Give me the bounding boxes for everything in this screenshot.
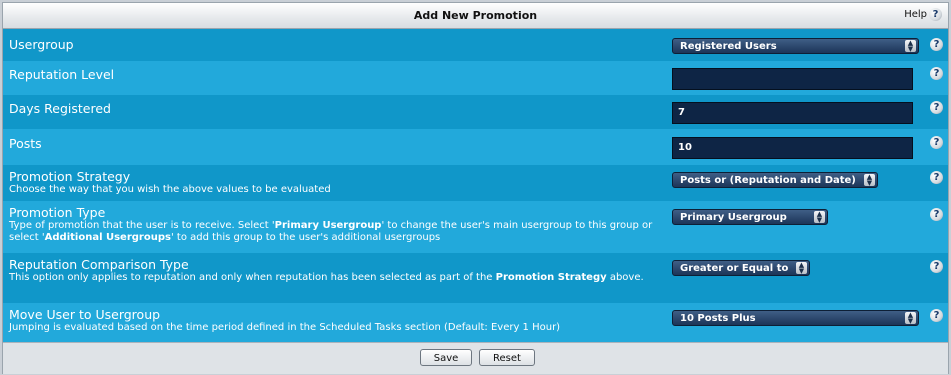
question-icon[interactable]: ?: [930, 171, 943, 184]
question-icon[interactable]: ?: [930, 260, 943, 273]
days-registered-input[interactable]: 7: [672, 102, 913, 124]
row-days-registered: Days Registered 7 ?: [3, 95, 948, 129]
select-value: Registered Users: [680, 41, 777, 52]
save-button[interactable]: Save: [420, 349, 472, 366]
row-description: Jumping is evaluated based on the time p…: [9, 322, 561, 333]
help-link[interactable]: Help?: [904, 6, 942, 24]
reputation-comparison-select[interactable]: Greater or Equal to ▲ ▼: [672, 260, 810, 276]
question-icon[interactable]: ?: [930, 309, 943, 322]
promotion-strategy-select[interactable]: Posts or (Reputation and Date) ▲ ▼: [672, 172, 878, 188]
help-question-icon: ?: [929, 7, 942, 21]
row-title: Promotion Type: [9, 205, 106, 220]
row-description: Type of promotion that the user is to re…: [9, 220, 653, 243]
updown-arrows-icon: ▲ ▼: [814, 211, 825, 224]
panel-title: Add New Promotion: [413, 9, 538, 22]
reset-button[interactable]: Reset: [479, 349, 535, 366]
add-promotion-panel: Add New Promotion Help? Usergroup Regist…: [2, 2, 949, 374]
question-icon[interactable]: ?: [930, 136, 943, 149]
updown-arrows-icon: ▲ ▼: [864, 174, 875, 187]
updown-arrows-icon: ▲ ▼: [905, 40, 916, 53]
row-reputation-comparison-type: Reputation Comparison Type This option o…: [3, 253, 948, 303]
row-title: Reputation Comparison Type: [9, 257, 189, 272]
row-title: Usergroup: [9, 37, 74, 52]
usergroup-select[interactable]: Registered Users ▲ ▼: [672, 38, 919, 54]
row-title: Move User to Usergroup: [9, 307, 161, 322]
help-label: Help: [904, 9, 927, 20]
posts-input[interactable]: 10: [672, 137, 913, 159]
row-promotion-strategy: Promotion Strategy Choose the way that y…: [3, 165, 948, 201]
question-icon[interactable]: ?: [930, 208, 943, 221]
promotion-type-select[interactable]: Primary Usergroup ▲ ▼: [672, 209, 828, 225]
form-footer: Save Reset: [3, 342, 948, 374]
select-value: Greater or Equal to: [680, 263, 789, 274]
panel-header: Add New Promotion Help?: [3, 3, 948, 29]
question-icon[interactable]: ?: [930, 38, 943, 51]
reputation-level-input[interactable]: [672, 68, 913, 90]
updown-arrows-icon: ▲ ▼: [796, 262, 807, 275]
row-description: This option only applies to reputation a…: [9, 272, 644, 283]
row-promotion-type: Promotion Type Type of promotion that th…: [3, 201, 948, 253]
row-move-user-to-usergroup: Move User to Usergroup Jumping is evalua…: [3, 303, 948, 342]
move-user-usergroup-select[interactable]: 10 Posts Plus ▲ ▼: [672, 310, 919, 326]
row-title: Reputation Level: [9, 67, 115, 82]
row-usergroup: Usergroup Registered Users ▲ ▼ ?: [3, 29, 948, 61]
row-title: Promotion Strategy: [9, 169, 131, 184]
updown-arrows-icon: ▲ ▼: [905, 312, 916, 325]
select-value: Posts or (Reputation and Date): [680, 175, 856, 186]
select-value: Primary Usergroup: [680, 212, 787, 223]
select-value: 10 Posts Plus: [680, 313, 756, 324]
row-title: Posts: [9, 136, 42, 151]
row-posts: Posts 10 ?: [3, 129, 948, 165]
row-reputation-level: Reputation Level ?: [3, 61, 948, 95]
question-icon[interactable]: ?: [930, 101, 943, 114]
row-title: Days Registered: [9, 101, 111, 116]
question-icon[interactable]: ?: [930, 67, 943, 80]
row-description: Choose the way that you wish the above v…: [9, 184, 331, 195]
